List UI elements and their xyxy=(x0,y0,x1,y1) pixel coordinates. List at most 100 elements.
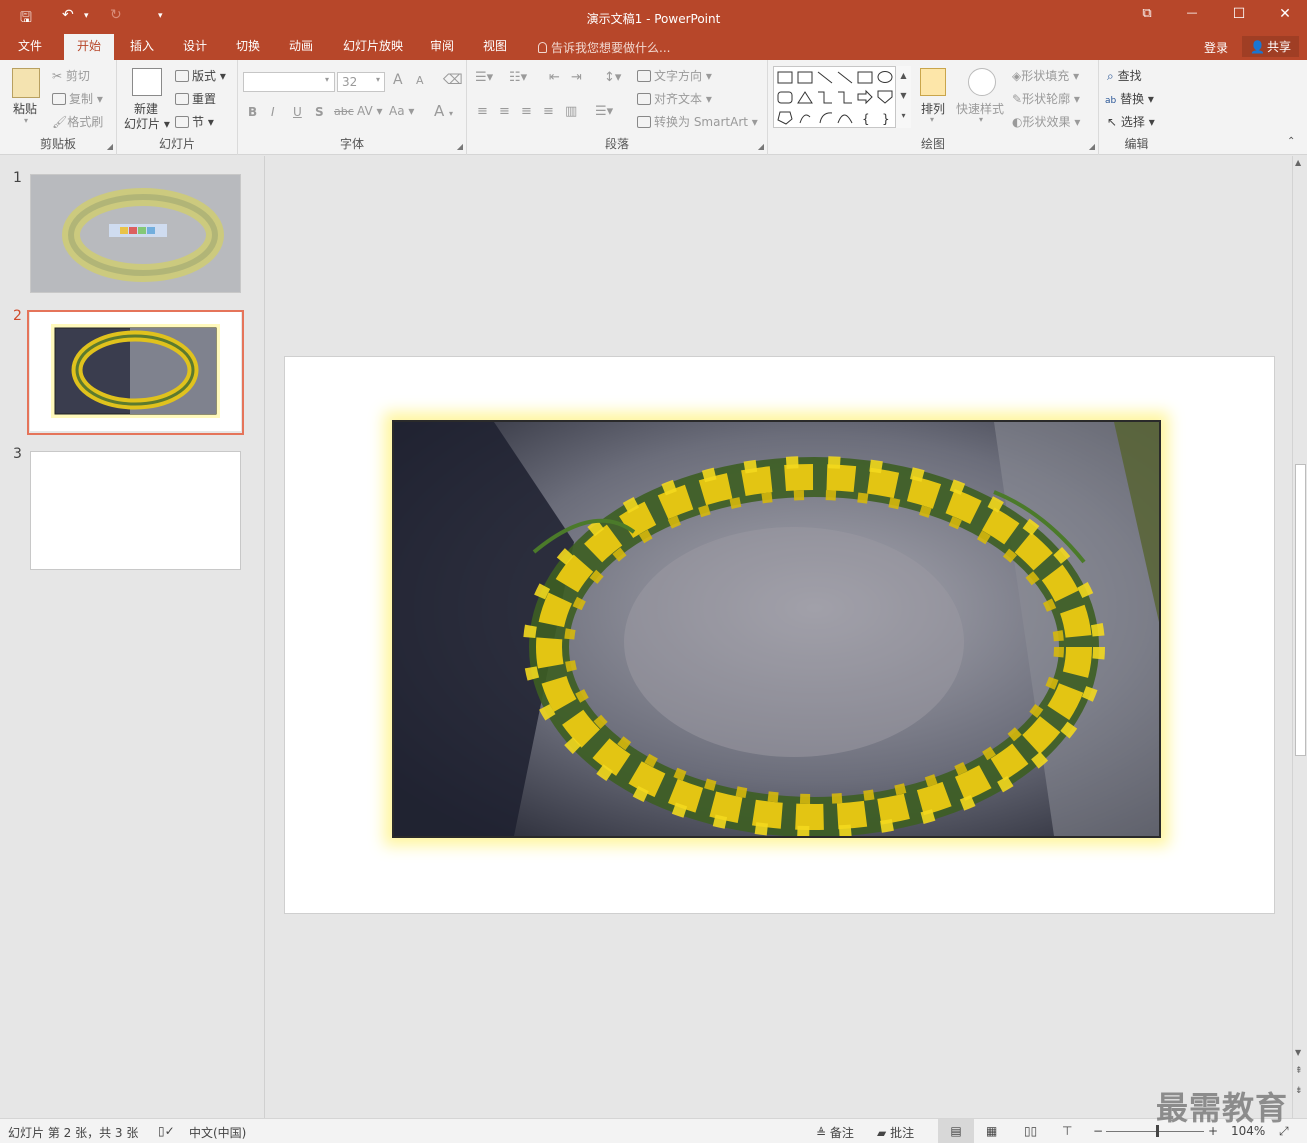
shapes-gallery[interactable]: {} xyxy=(773,66,911,128)
slideshow-view-icon[interactable]: ⊤ xyxy=(1062,1124,1072,1138)
tab-insert[interactable]: 插入 xyxy=(120,34,164,60)
tell-me-search[interactable]: 告诉我您想要做什么... xyxy=(538,39,670,56)
paste-button[interactable]: 粘贴 xyxy=(13,100,37,117)
undo-icon[interactable]: ↶ xyxy=(62,7,74,23)
bold-button[interactable]: B xyxy=(248,105,257,119)
font-color-button[interactable]: A ▾ xyxy=(434,102,453,120)
shadow-button[interactable]: S xyxy=(315,105,324,119)
smartart-button[interactable]: 转换为 SmartArt ▾ xyxy=(637,113,758,130)
scrollbar-thumb[interactable] xyxy=(1295,464,1306,756)
align-right-icon[interactable]: ≡ xyxy=(521,104,532,119)
drawing-launcher-icon[interactable]: ◢ xyxy=(1089,142,1095,151)
font-size-dropdown-icon[interactable]: ▾ xyxy=(376,75,380,84)
format-painter-button[interactable]: 🖌格式刷 xyxy=(52,113,103,130)
font-name-input[interactable] xyxy=(243,72,335,92)
paste-dropdown-icon[interactable]: ▾ xyxy=(24,116,28,125)
tab-design[interactable]: 设计 xyxy=(173,34,217,60)
undo-dropdown-icon[interactable]: ▾ xyxy=(84,11,89,21)
slide-sorter-view-icon[interactable]: ▦ xyxy=(986,1124,997,1138)
reset-button[interactable]: 重置 xyxy=(175,90,216,107)
numbering-icon[interactable]: ☷▾ xyxy=(509,70,527,85)
increase-indent-icon[interactable]: ⇥ xyxy=(571,70,582,85)
vertical-scrollbar[interactable]: ▲ ▼ ⇞ ⇟ xyxy=(1292,156,1307,1118)
line-spacing-icon[interactable]: ↕▾ xyxy=(604,70,621,85)
arrange-icon[interactable] xyxy=(920,68,946,96)
strikethrough-button[interactable]: abc xyxy=(334,105,354,118)
slide-thumbnail-3[interactable] xyxy=(30,451,241,570)
change-case-button[interactable]: Aa ▾ xyxy=(389,104,414,118)
new-slide-icon[interactable] xyxy=(132,68,162,96)
previous-slide-icon[interactable]: ⇞ xyxy=(1295,1066,1303,1076)
spelling-check-icon[interactable]: ▯✓ xyxy=(158,1124,175,1138)
character-spacing-button[interactable]: AV ▾ xyxy=(357,104,383,118)
close-button[interactable]: ✕ xyxy=(1273,6,1297,22)
tab-slideshow[interactable]: 幻灯片放映 xyxy=(335,34,411,60)
tab-home[interactable]: 开始 xyxy=(64,34,114,60)
reading-view-icon[interactable]: ▯▯ xyxy=(1024,1124,1037,1138)
cut-label: 剪切 xyxy=(65,69,90,83)
tab-file[interactable]: 文件 xyxy=(8,34,52,60)
copy-button[interactable]: 复制 ▾ xyxy=(52,90,103,107)
section-button[interactable]: 节 ▾ xyxy=(175,113,214,130)
clear-formatting-icon[interactable]: ⌫ xyxy=(443,72,463,88)
redo-icon[interactable]: ↻ xyxy=(110,7,122,23)
font-name-dropdown-icon[interactable]: ▾ xyxy=(325,75,329,84)
slide-thumbnail-1[interactable] xyxy=(30,174,241,293)
shapes-gallery-icons: {} xyxy=(777,71,893,126)
next-slide-icon[interactable]: ⇟ xyxy=(1295,1086,1303,1096)
zoom-slider[interactable] xyxy=(1106,1125,1204,1137)
scroll-down-icon[interactable]: ▼ xyxy=(1295,1048,1301,1057)
minimize-button[interactable]: — xyxy=(1180,6,1204,19)
new-slide-button[interactable]: 幻灯片 ▾ xyxy=(124,115,170,132)
brush-icon: 🖌 xyxy=(52,115,68,129)
decrease-indent-icon[interactable]: ⇤ xyxy=(549,70,560,85)
grow-font-button[interactable]: A xyxy=(393,72,403,88)
arrange-dropdown-icon[interactable]: ▾ xyxy=(930,115,934,124)
layout-button[interactable]: 版式 ▾ xyxy=(175,67,226,84)
tab-review[interactable]: 审阅 xyxy=(420,34,464,60)
quick-styles-dropdown-icon[interactable]: ▾ xyxy=(979,115,983,124)
shape-fill-button[interactable]: ◈形状填充 ▾ xyxy=(1012,67,1079,84)
tab-transitions[interactable]: 切换 xyxy=(226,34,270,60)
zoom-out-button[interactable]: − xyxy=(1093,1124,1103,1138)
paragraph-launcher-icon[interactable]: ◢ xyxy=(758,142,764,151)
scroll-up-icon[interactable]: ▲ xyxy=(1295,158,1301,167)
share-button[interactable]: 👤 共享 xyxy=(1242,36,1299,57)
slide-thumbnail-2[interactable] xyxy=(30,312,241,431)
italic-button[interactable]: I xyxy=(271,105,275,119)
shapes-scroll[interactable]: ▲ ▼ ▾ xyxy=(895,66,911,128)
align-text-button[interactable]: 对齐文本 ▾ xyxy=(637,90,712,107)
tab-animations[interactable]: 动画 xyxy=(279,34,323,60)
tab-view[interactable]: 视图 xyxy=(473,34,517,60)
comments-button[interactable]: ▰ 批注 xyxy=(877,1124,914,1141)
distributed-icon[interactable]: ▥ xyxy=(565,104,577,119)
columns-icon[interactable]: ☰▾ xyxy=(595,104,613,119)
shape-outline-button[interactable]: ✎形状轮廓 ▾ xyxy=(1012,90,1080,107)
login-link[interactable]: 登录 xyxy=(1204,39,1228,56)
text-direction-button[interactable]: 文字方向 ▾ xyxy=(637,67,712,84)
normal-view-button[interactable]: ▤ xyxy=(938,1119,974,1143)
paste-icon[interactable] xyxy=(12,68,40,98)
language-status[interactable]: 中文(中国) xyxy=(189,1124,246,1141)
collapse-ribbon-icon[interactable]: ⌃ xyxy=(1287,136,1295,147)
notes-button[interactable]: ≜ 备注 xyxy=(816,1124,854,1141)
shrink-font-button[interactable]: A xyxy=(416,74,424,87)
align-center-icon[interactable]: ≡ xyxy=(499,104,510,119)
bullets-icon[interactable]: ☰▾ xyxy=(475,70,493,85)
save-icon[interactable]: 🖫 xyxy=(20,7,32,31)
align-left-icon[interactable]: ≡ xyxy=(477,104,488,119)
select-button[interactable]: ↖ 选择 ▾ xyxy=(1107,113,1155,130)
quick-styles-icon[interactable] xyxy=(968,68,996,96)
cut-button[interactable]: ✂ 剪切 xyxy=(52,67,90,84)
font-launcher-icon[interactable]: ◢ xyxy=(457,142,463,151)
ribbon-display-options-icon[interactable]: ⧉ xyxy=(1135,6,1159,21)
replace-button[interactable]: ab 替换 ▾ xyxy=(1105,90,1154,107)
flower-wreath-picture[interactable] xyxy=(392,420,1161,838)
clipboard-launcher-icon[interactable]: ◢ xyxy=(107,142,113,151)
find-button[interactable]: ⌕ 查找 xyxy=(1107,67,1142,84)
shape-effects-button[interactable]: ◐形状效果 ▾ xyxy=(1012,113,1080,130)
maximize-button[interactable]: ☐ xyxy=(1227,6,1251,22)
customize-toolbar-icon[interactable]: ▾ xyxy=(158,11,163,21)
justify-icon[interactable]: ≡ xyxy=(543,104,554,119)
underline-button[interactable]: U xyxy=(293,105,302,119)
